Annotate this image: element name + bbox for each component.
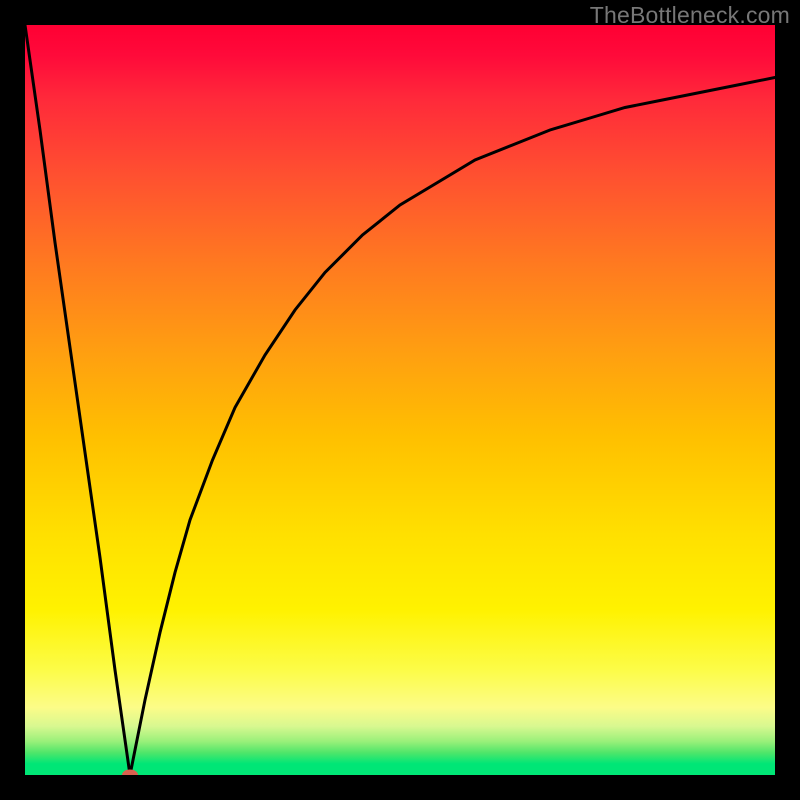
- optimal-marker: [122, 770, 138, 776]
- background-gradient: [25, 25, 775, 775]
- chart-frame: TheBottleneck.com: [0, 0, 800, 800]
- plot-area: [25, 25, 775, 775]
